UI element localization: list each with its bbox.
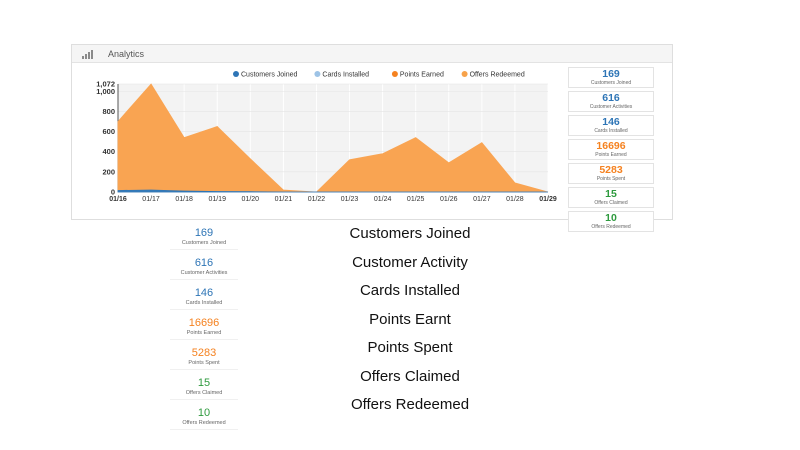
stat-value: 10 [605, 212, 617, 224]
stat-value: 616 [602, 92, 620, 104]
stat-label: Customer Activities [589, 104, 633, 110]
description-points-earnt: Points Earnt [369, 310, 451, 328]
legend-label: Cards Installed [322, 72, 369, 79]
stat-label: Points Spent [596, 176, 626, 182]
x-tick-label: 01/26 [440, 196, 458, 203]
stat-offers-claimed[interactable]: 15 Offers Claimed [568, 187, 654, 208]
legend-marker [461, 71, 468, 77]
x-tick-label: 01/17 [142, 196, 160, 203]
lower-stat-customers-joined: 169 Customers Joined [170, 226, 238, 250]
stat-label: Cards Installed [594, 128, 628, 134]
lower-stats-column: 169 Customers Joined 616 Customer Activi… [170, 226, 238, 436]
stat-label: Points Earned [186, 330, 222, 336]
y-tick-label: 400 [102, 147, 115, 156]
x-tick-label: 01/18 [175, 196, 193, 203]
stat-value: 169 [194, 227, 214, 239]
panel-header: Analytics [72, 45, 672, 63]
panel-title: Analytics [108, 48, 145, 59]
stat-value: 5283 [191, 347, 217, 359]
x-tick-label: 01/27 [473, 196, 491, 203]
x-tick-label: 01/21 [275, 196, 293, 203]
legend-label: Customers Joined [241, 72, 298, 79]
stats-column: 169 Customers Joined 616 Customer Activi… [568, 67, 654, 235]
stat-label: Offers Redeemed [591, 224, 631, 230]
stat-value: 10 [197, 407, 211, 419]
legend-marker [391, 71, 398, 77]
x-tick-label: 01/16 [109, 196, 127, 203]
stat-label: Cards Installed [185, 300, 223, 306]
description-offers-redeemed: Offers Redeemed [350, 396, 470, 413]
analytics-panel: Analytics 0 200 400 600 800 1,000 1,072 01/16 01… [71, 44, 673, 232]
x-tick-label: 01/29 [539, 196, 557, 203]
stat-label: Points Earned [595, 152, 627, 158]
legend-label: Points Earned [400, 72, 444, 79]
description-customers-joined: Customers Joined [349, 225, 471, 242]
stat-value: 169 [602, 68, 620, 80]
stat-value: 5283 [599, 164, 623, 176]
legend-marker [233, 71, 239, 77]
description-list: Customers Joined Customer Activity Cards… [300, 223, 520, 423]
y-tick-label: 600 [102, 127, 115, 136]
stat-value: 16696 [596, 140, 626, 152]
stat-label: Customers Joined [181, 240, 227, 246]
stat-label: Offers Redeemed [182, 420, 226, 426]
x-tick-label: 01/23 [341, 196, 359, 203]
x-tick-label: 01/22 [308, 196, 326, 203]
stat-value: 616 [194, 257, 214, 269]
legend-marker [314, 71, 321, 77]
stat-label: Customers Joined [590, 80, 632, 86]
x-tick-label: 01/19 [208, 196, 226, 203]
y-tick-label: 200 [102, 167, 115, 176]
stat-customer-activities[interactable]: 616 Customer Activities [568, 91, 654, 112]
stat-value: 146 [602, 116, 620, 128]
stat-label: Offers Claimed [594, 200, 628, 206]
stat-label: Offers Claimed [185, 390, 223, 396]
y-tick-label: 800 [102, 107, 115, 116]
stat-label: Customer Activities [180, 270, 228, 276]
x-tick-label: 01/25 [407, 196, 425, 203]
description-offers-claimed: Offers Claimed [360, 367, 460, 385]
lower-stat-points-earned: 16696 Points Earned [170, 316, 238, 340]
stat-value: 16696 [188, 317, 220, 329]
stat-value: 15 [197, 377, 211, 389]
legend-label: Offers Redeemed [470, 72, 525, 79]
lower-stat-points-spent: 5283 Points Spent [170, 346, 238, 370]
y-tick-label: 1,072 [96, 80, 115, 89]
stat-points-spent[interactable]: 5283 Points Spent [568, 163, 654, 184]
x-tick-label: 01/24 [374, 196, 392, 203]
bar-signal-icon [82, 49, 96, 59]
lower-stat-cards-installed: 146 Cards Installed [170, 286, 238, 310]
stat-value: 15 [605, 188, 617, 200]
lower-stat-offers-claimed: 15 Offers Claimed [170, 376, 238, 400]
stat-points-earned[interactable]: 16696 Points Earned [568, 139, 654, 160]
description-points-spent: Points Spent [367, 339, 453, 356]
x-tick-label: 01/20 [242, 196, 260, 203]
stat-value: 146 [194, 287, 214, 299]
stat-customers-joined[interactable]: 169 Customers Joined [568, 67, 654, 88]
lower-stat-offers-redeemed: 10 Offers Redeemed [170, 406, 238, 430]
area-chart: 0 200 400 600 800 1,000 1,072 01/16 01/17 01/18 01… [76, 66, 565, 213]
lower-stat-customer-activities: 616 Customer Activities [170, 256, 238, 280]
chart-svg: 02004006008001,0001,07201/16 01/17 01/18 01… [96, 71, 557, 203]
stat-label: Points Spent [188, 360, 220, 366]
description-customer-activity: Customer Activity [352, 253, 468, 271]
x-tick-label: 01/28 [506, 196, 524, 203]
stat-cards-installed[interactable]: 146 Cards Installed [568, 115, 654, 136]
stat-offers-redeemed[interactable]: 10 Offers Redeemed [568, 211, 654, 232]
description-cards-installed: Cards Installed [359, 282, 461, 299]
